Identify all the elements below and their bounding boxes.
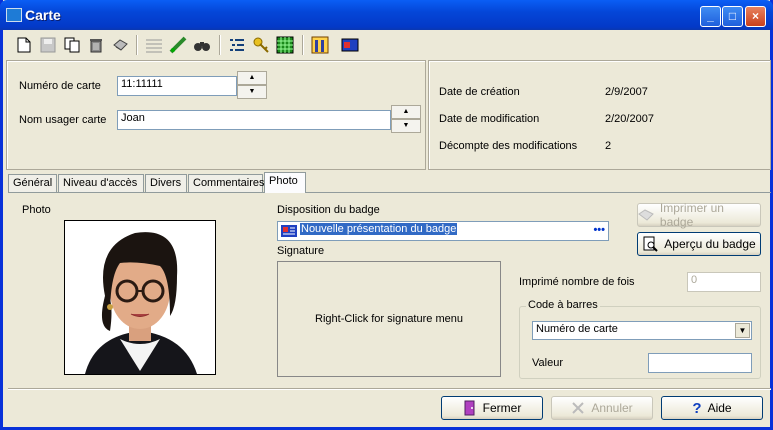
barcode-select[interactable]: Numéro de carte ▼ [532, 321, 752, 340]
delete-button[interactable] [85, 34, 107, 56]
new-button[interactable] [13, 34, 35, 56]
mod-count-value: 2 [605, 140, 612, 152]
connect-button[interactable] [167, 34, 189, 56]
copy-button[interactable] [61, 34, 83, 56]
tab-photo[interactable]: Photo [264, 172, 306, 193]
barcode-group: Code à barres Numéro de carte ▼ Valeur [519, 299, 761, 379]
barcode-value-input[interactable] [648, 353, 752, 373]
tree-button[interactable] [226, 34, 248, 56]
created-label: Date de création [439, 86, 520, 98]
list-icon [146, 39, 162, 53]
barcode-value-label: Valeur [532, 357, 563, 369]
list-button[interactable] [143, 34, 165, 56]
find-icon [194, 42, 210, 51]
card-number-input[interactable]: 11:11111 [117, 76, 237, 96]
grid-button[interactable] [274, 34, 296, 56]
report-icon [311, 36, 329, 54]
tab-misc[interactable]: Divers [145, 174, 187, 192]
grid-icon [276, 36, 294, 54]
door-icon [464, 400, 475, 416]
window-title: Carte [25, 7, 61, 23]
card-user-spinner[interactable]: ▲ ▼ [391, 105, 421, 135]
card-user-input[interactable]: Joan [117, 110, 391, 130]
preview-badge-button[interactable]: Aperçu du badge [637, 232, 761, 256]
badge-icon [341, 38, 359, 52]
badge-layout-icon [281, 225, 297, 237]
cancel-button[interactable]: Annuler [551, 396, 653, 420]
chevron-down-icon[interactable]: ▼ [735, 323, 750, 338]
preview-icon [643, 236, 659, 252]
mod-count-label: Décompte des modifications [439, 140, 578, 152]
find-button[interactable] [191, 34, 213, 56]
badge-layout-input[interactable]: Nouvelle présentation du badge ••• [277, 221, 609, 241]
tab-comments[interactable]: Commentaires [188, 174, 265, 192]
card-user-label: Nom usager carte [19, 114, 107, 126]
modified-value: 2/20/2007 [605, 113, 654, 125]
card-info-panel: Numéro de carte 11:11111 ▲ ▼ Nom usager c… [6, 60, 426, 170]
minimize-button[interactable]: _ [700, 6, 721, 27]
copy-icon [64, 37, 80, 53]
card-number-label: Numéro de carte [19, 80, 101, 92]
signature-pad[interactable]: Right-Click for signature menu [277, 261, 501, 377]
report-button[interactable] [309, 34, 331, 56]
key-button[interactable] [250, 34, 272, 56]
maximize-button[interactable]: □ [722, 6, 743, 27]
dates-panel: Date de création 2/9/2007 Date de modifi… [428, 60, 771, 170]
close-window-button[interactable]: × [745, 6, 766, 27]
app-icon [6, 8, 22, 22]
signature-hint: Right-Click for signature menu [315, 313, 463, 325]
barcode-group-title: Code à barres [526, 299, 600, 311]
tab-general[interactable]: Général [8, 174, 57, 192]
card-number-spinner[interactable]: ▲ ▼ [237, 71, 267, 101]
badge-layout-label: Disposition du badge [277, 204, 380, 216]
card-window: Carte _ □ × Numéro de carte 11:11111 ▲ ▼… [0, 0, 773, 430]
print-icon [113, 39, 128, 51]
save-button[interactable] [37, 34, 59, 56]
close-button[interactable]: Fermer [441, 396, 543, 420]
badge-layout-value: Nouvelle présentation du badge [300, 223, 458, 235]
print-button[interactable] [109, 34, 131, 56]
signature-label: Signature [277, 245, 325, 257]
save-icon [40, 37, 56, 53]
tab-access-level[interactable]: Niveau d'accès [58, 174, 144, 192]
printed-count-label: Imprimé nombre de fois [519, 276, 635, 288]
delete-icon [90, 39, 102, 53]
printer-icon [638, 209, 654, 221]
created-value: 2/9/2007 [605, 86, 648, 98]
print-badge-button[interactable]: Imprimer un badge [637, 201, 761, 229]
connect-icon [169, 36, 187, 54]
help-icon: ? [692, 399, 702, 417]
modified-label: Date de modification [439, 113, 540, 125]
tree-icon [230, 39, 244, 51]
key-icon [253, 37, 269, 53]
photo-label: Photo [22, 204, 51, 216]
badge-layout-browse[interactable]: ••• [593, 224, 605, 236]
printed-count-field: 0 [687, 272, 761, 292]
title-bar: Carte _ □ × [0, 0, 773, 30]
cardholder-photo [64, 220, 216, 375]
cancel-icon [572, 402, 585, 414]
new-icon [17, 37, 31, 53]
help-button[interactable]: ? Aide [661, 396, 763, 420]
badge-button[interactable] [339, 34, 361, 56]
